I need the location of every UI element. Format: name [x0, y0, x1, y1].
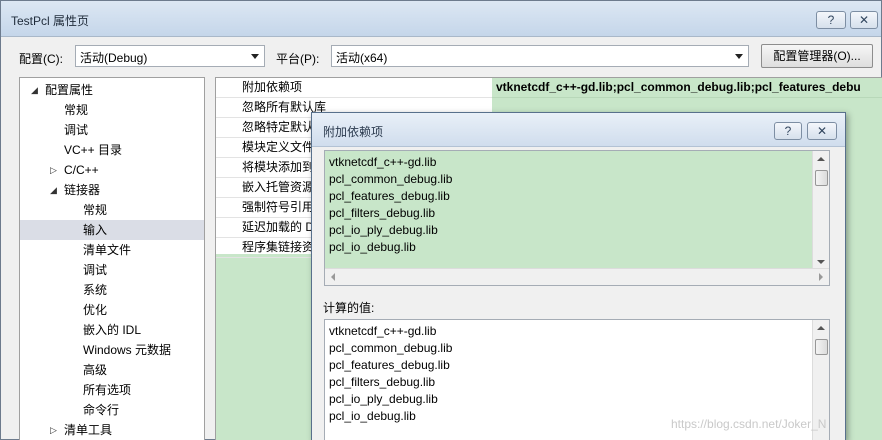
- computed-line: pcl_features_debug.lib: [329, 358, 450, 372]
- dialog-title-bar: 附加依赖项 ? ✕: [312, 113, 845, 147]
- tree-item-label: 常规: [64, 103, 89, 117]
- expand-icon[interactable]: ▷: [50, 420, 57, 440]
- tree-item[interactable]: 高级: [20, 360, 204, 380]
- collapse-icon[interactable]: ◢: [31, 80, 38, 100]
- tree-item-label: C/C++: [64, 163, 99, 177]
- dialog-close-button[interactable]: ✕: [807, 122, 837, 140]
- tree-item-label: VC++ 目录: [64, 143, 123, 157]
- config-manager-button[interactable]: 配置管理器(O)...: [761, 44, 873, 68]
- computed-line: pcl_io_ply_debug.lib: [329, 392, 438, 406]
- input-horizontal-scrollbar[interactable]: [325, 268, 829, 285]
- tree-item-label: 输入: [83, 223, 108, 237]
- tree-item[interactable]: Windows 元数据: [20, 340, 204, 360]
- tree-item[interactable]: 常规: [20, 100, 204, 120]
- property-row-value[interactable]: vtknetcdf_c++-gd.lib;pcl_common_debug.li…: [492, 78, 882, 98]
- tree-item-label: Windows 元数据: [83, 343, 172, 357]
- window-title: TestPcl 属性页: [11, 14, 90, 28]
- tree-item[interactable]: 命令行: [20, 400, 204, 420]
- tree-item[interactable]: ◢ 链接器: [20, 180, 204, 200]
- expand-icon[interactable]: ▷: [50, 160, 57, 180]
- dependency-line: vtknetcdf_c++-gd.lib: [329, 155, 437, 169]
- tree-item[interactable]: 优化: [20, 300, 204, 320]
- tree-item-label: 优化: [83, 303, 108, 317]
- scroll-down-icon[interactable]: [817, 260, 825, 264]
- chevron-down-icon: [735, 54, 743, 59]
- tree-item[interactable]: ▷ 清单工具: [20, 420, 204, 440]
- scroll-up-icon[interactable]: [817, 326, 825, 330]
- computed-line: vtknetcdf_c++-gd.lib: [329, 324, 437, 338]
- help-button[interactable]: ?: [816, 11, 846, 29]
- tree-item-label: 配置属性: [45, 83, 94, 97]
- tree-item-label: 系统: [83, 283, 108, 297]
- tree-item-label: 链接器: [64, 183, 101, 197]
- tree-item-label: 命令行: [83, 403, 120, 417]
- platform-value: 活动(x64): [336, 51, 388, 65]
- scroll-thumb[interactable]: [815, 170, 828, 186]
- tree-item[interactable]: 所有选项: [20, 380, 204, 400]
- computed-line: pcl_common_debug.lib: [329, 341, 453, 355]
- config-dropdown[interactable]: 活动(Debug): [75, 45, 265, 67]
- tree-item-label: 高级: [83, 363, 108, 377]
- dialog-title: 附加依赖项: [323, 125, 384, 139]
- tree-item[interactable]: 输入: [20, 220, 204, 240]
- config-value: 活动(Debug): [80, 51, 148, 65]
- tree-item[interactable]: ▷ C/C++: [20, 160, 204, 180]
- tree-item[interactable]: 调试: [20, 260, 204, 280]
- computed-values-label: 计算的值:: [323, 301, 375, 315]
- platform-dropdown[interactable]: 活动(x64): [331, 45, 749, 67]
- tree-item-label: 常规: [83, 203, 108, 217]
- property-tree[interactable]: ◢ 配置属性 常规 调试 VC++ 目录 ▷ C/C++ ◢ 链接器 常规 输入 清单文件 调试 系统 优化…: [19, 77, 205, 440]
- tree-item[interactable]: 嵌入的 IDL: [20, 320, 204, 340]
- dependency-line: pcl_io_debug.lib: [329, 240, 416, 254]
- tree-item[interactable]: 清单文件: [20, 240, 204, 260]
- tree-item[interactable]: 常规: [20, 200, 204, 220]
- input-vertical-scrollbar[interactable]: [812, 151, 829, 270]
- property-row-name[interactable]: 附加依赖项: [216, 78, 492, 98]
- dependencies-input[interactable]: vtknetcdf_c++-gd.lib pcl_common_debug.lib…: [324, 150, 830, 286]
- dependency-line: pcl_io_ply_debug.lib: [329, 223, 438, 237]
- config-label: 配置(C):: [19, 52, 63, 66]
- additional-dependencies-dialog: 附加依赖项 ? ✕ vtknetcdf_c++-gd.lib pcl_common…: [311, 112, 846, 440]
- tree-item[interactable]: VC++ 目录: [20, 140, 204, 160]
- collapse-icon[interactable]: ◢: [50, 180, 57, 200]
- tree-item-label: 所有选项: [83, 383, 132, 397]
- scroll-thumb[interactable]: [815, 339, 828, 355]
- tree-item-label: 清单文件: [83, 243, 132, 257]
- property-pages-window: TestPcl 属性页 ? ✕ 配置(C): 活动(Debug) 平台(P): …: [0, 0, 882, 440]
- scroll-right-icon[interactable]: [819, 273, 823, 281]
- title-bar: TestPcl 属性页 ? ✕: [1, 1, 881, 37]
- tree-item-label: 清单工具: [64, 423, 113, 437]
- dependency-line: pcl_features_debug.lib: [329, 189, 450, 203]
- scroll-left-icon[interactable]: [331, 273, 335, 281]
- tree-item-label: 调试: [83, 263, 108, 277]
- scroll-up-icon[interactable]: [817, 157, 825, 161]
- dependency-line: pcl_common_debug.lib: [329, 172, 453, 186]
- dependency-line: pcl_filters_debug.lib: [329, 206, 436, 220]
- computed-line: pcl_io_debug.lib: [329, 409, 416, 423]
- tree-item[interactable]: ◢ 配置属性: [20, 80, 204, 100]
- platform-label: 平台(P):: [276, 52, 320, 66]
- chevron-down-icon: [251, 54, 259, 59]
- tree-item-label: 调试: [64, 123, 89, 137]
- watermark: https://blog.csdn.net/Joker_N: [671, 417, 827, 431]
- tree-item[interactable]: 调试: [20, 120, 204, 140]
- close-button[interactable]: ✕: [850, 11, 878, 29]
- computed-line: pcl_filters_debug.lib: [329, 375, 436, 389]
- tree-item[interactable]: 系统: [20, 280, 204, 300]
- dialog-help-button[interactable]: ?: [774, 122, 802, 140]
- tree-item-label: 嵌入的 IDL: [83, 323, 142, 337]
